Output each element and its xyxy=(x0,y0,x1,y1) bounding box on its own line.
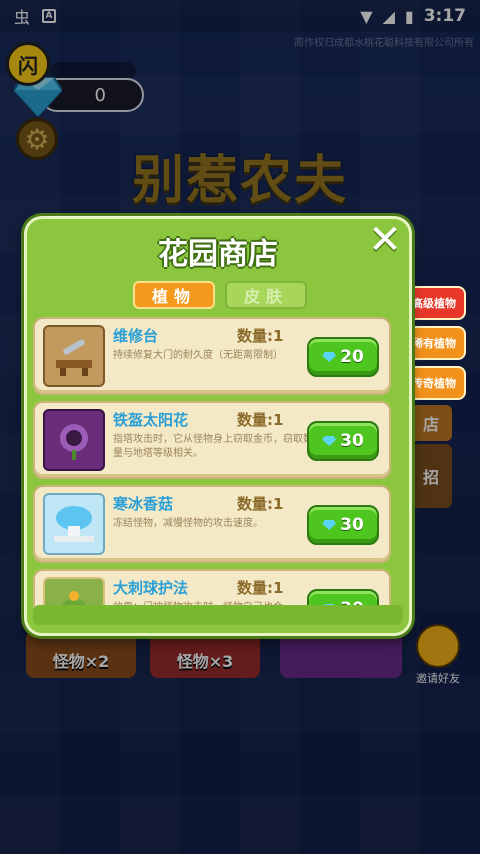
list-item: 寒冰香菇 数量:1 冻结怪物，减慢怪物的攻击速度。 30 xyxy=(33,485,391,563)
quantity-label: 数量: xyxy=(237,579,273,597)
shop-tabs: 植物 皮肤 xyxy=(133,281,307,309)
diamond-icon xyxy=(322,436,337,446)
quantity-value: 1 xyxy=(273,411,284,429)
quantity-value: 1 xyxy=(273,495,284,513)
item-name: 维修台 xyxy=(113,327,159,345)
diamond-icon xyxy=(322,520,337,530)
item-quantity: 数量:1 xyxy=(237,325,283,346)
list-item: 铁盔太阳花 数量:1 指塔攻击时，它从怪物身上窃取金币，窃取数量与地塔等级相关。… xyxy=(33,401,391,479)
dialog-title: 花园商店 xyxy=(158,237,278,272)
armored-sunflower-icon xyxy=(43,409,105,471)
diamond-icon xyxy=(322,352,337,362)
price: 20 xyxy=(340,347,364,367)
repair-bench-icon xyxy=(43,325,105,387)
buy-button[interactable]: 30 xyxy=(307,505,379,545)
price: 30 xyxy=(340,431,364,451)
quantity-value: 1 xyxy=(273,327,284,345)
item-quantity: 数量:1 xyxy=(237,577,283,598)
quantity-value: 1 xyxy=(273,579,284,597)
quantity-label: 数量: xyxy=(237,327,273,345)
list-item: 维修台 数量:1 持续修复大门的耐久度（无距离限制） 20 xyxy=(33,317,391,395)
list-item: 大刺球护法 数量:1 效果：门被怪物攻击时，怪物自己也会 30 xyxy=(33,569,391,609)
ice-mushroom-icon xyxy=(43,493,105,555)
item-quantity: 数量:1 xyxy=(237,409,283,430)
item-description: 指塔攻击时，它从怪物身上窃取金币，窃取数量与地塔等级相关。 xyxy=(113,434,313,459)
tab-skins[interactable]: 皮肤 xyxy=(225,281,307,309)
shop-item-list[interactable]: 维修台 数量:1 持续修复大门的耐久度（无距离限制） 20 铁盔太阳花 数量:1… xyxy=(33,317,399,609)
buy-button[interactable]: 20 xyxy=(307,337,379,377)
close-icon[interactable]: ✕ xyxy=(367,220,403,260)
quantity-label: 数量: xyxy=(237,495,273,513)
dialog-footer xyxy=(33,605,403,625)
item-quantity: 数量:1 xyxy=(237,493,283,514)
item-name: 寒冰香菇 xyxy=(113,495,174,513)
item-description: 持续修复大门的耐久度（无距离限制） xyxy=(113,350,283,361)
buy-button[interactable]: 30 xyxy=(307,421,379,461)
tab-plants[interactable]: 植物 xyxy=(133,281,215,309)
item-name: 大刺球护法 xyxy=(113,579,189,597)
quantity-label: 数量: xyxy=(237,411,273,429)
price: 30 xyxy=(340,515,364,535)
garden-shop-dialog: 花园商店 ✕ 植物 皮肤 维修台 数量:1 持续修复大门的耐久度（无距离限制） … xyxy=(24,216,412,636)
item-description: 冻结怪物，减慢怪物的攻击速度。 xyxy=(113,518,263,529)
item-name: 铁盔太阳花 xyxy=(113,411,189,429)
